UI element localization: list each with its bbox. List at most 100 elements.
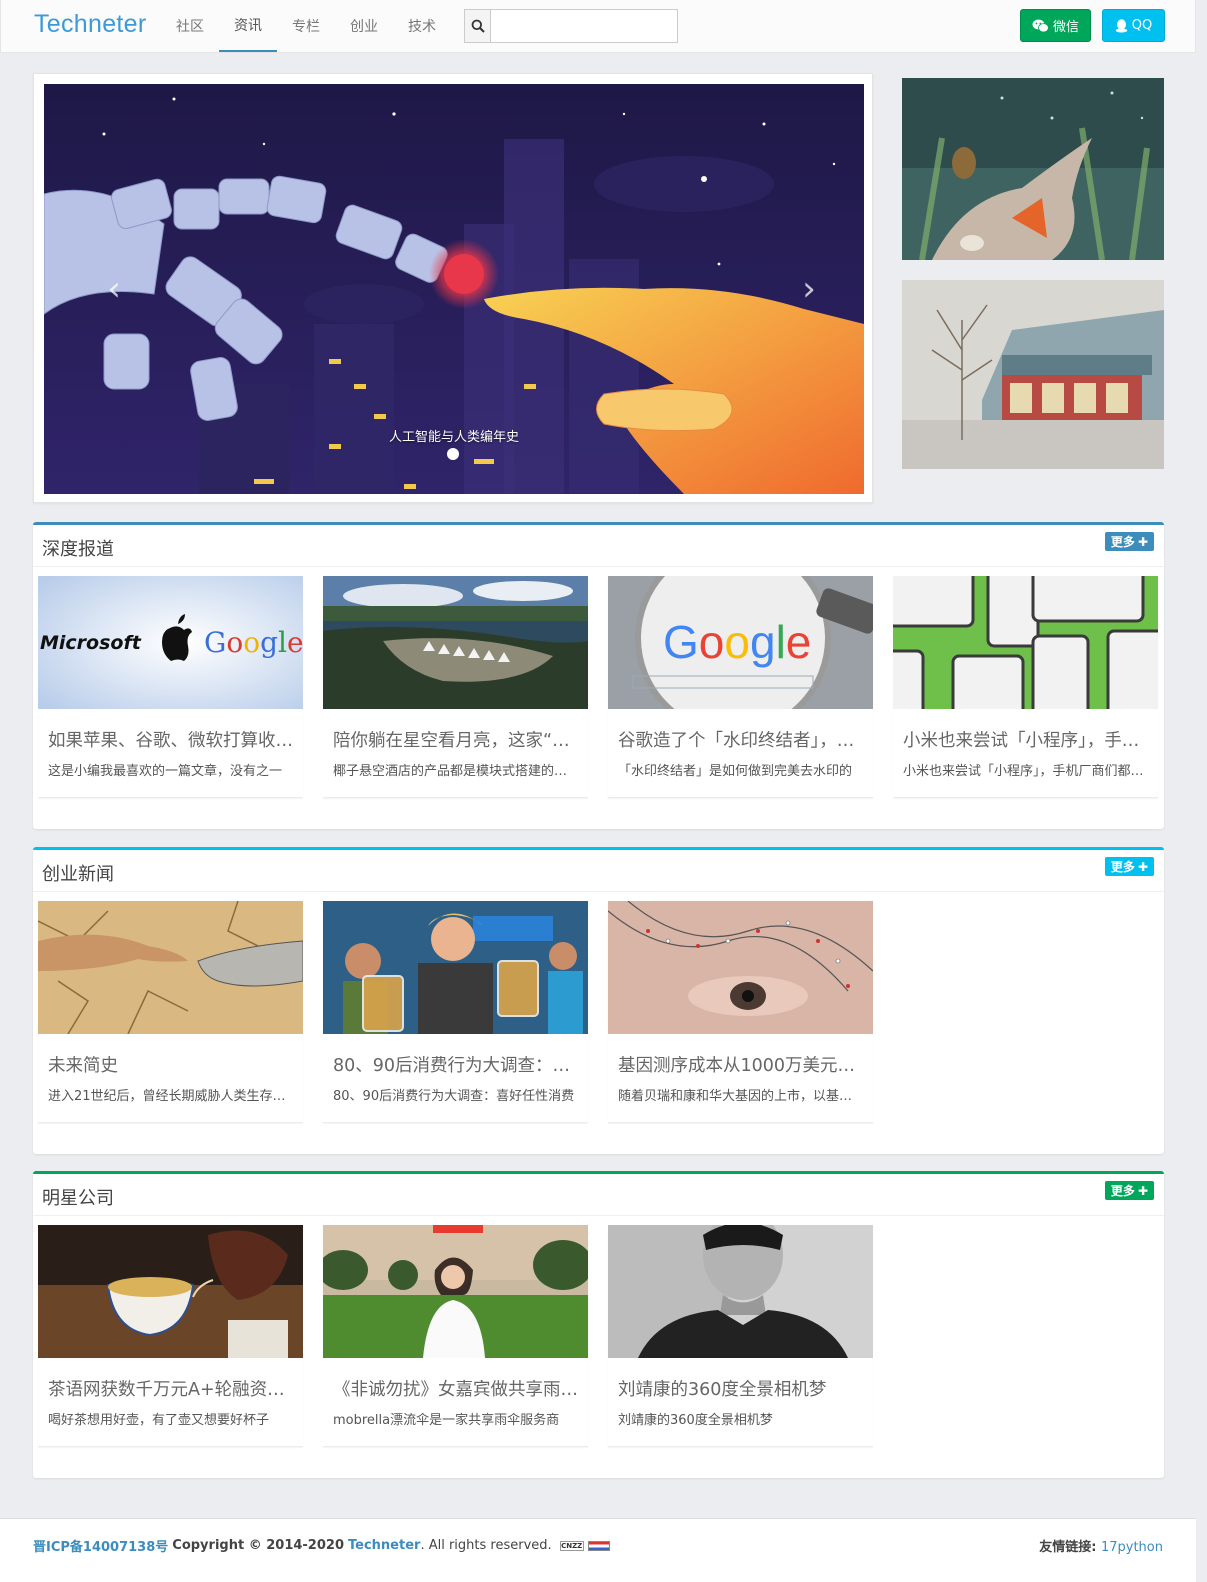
hand-robot-image	[38, 901, 303, 1034]
card-title[interactable]: 茶语网获数千万元A+轮融资，打造茶行业	[48, 1376, 293, 1401]
footer-copyright: 晋ICP备14007138号 Copyright © 2014-2020 Tec…	[33, 1536, 610, 1555]
featured-carousel[interactable]: ‹ › 人工智能与人类编年史	[44, 84, 864, 494]
nav-item-startup[interactable]: 创业	[335, 0, 393, 52]
card-image[interactable]	[38, 1225, 303, 1358]
site-link[interactable]: Techneter	[348, 1538, 420, 1553]
chevron-right-icon: ›	[802, 269, 816, 309]
card-desc: 椰子悬空酒店的产品都是模块式搭建的帐篷	[333, 764, 578, 779]
more-label: 更多	[1110, 1184, 1135, 1198]
top-navbar: Techneter 社区 资讯 专栏 创业 技术 微信 QQ	[0, 0, 1196, 53]
qq-button[interactable]: QQ	[1102, 9, 1165, 42]
more-label: 更多	[1110, 535, 1135, 549]
more-button[interactable]: 更多 ✚	[1104, 532, 1154, 551]
card-title[interactable]: 小米也来尝试「小程序」，手机厂商们	[903, 727, 1148, 752]
main-nav: 社区 资讯 专栏 创业 技术	[161, 0, 451, 52]
wechat-icon	[1032, 19, 1049, 32]
article-card[interactable]: Microsoft Google 如果苹果、谷歌、微软打算收购一家公司 这是小编…	[38, 576, 303, 798]
friend-links-label: 友情链接:	[1039, 1540, 1097, 1555]
nav-item-community[interactable]: 社区	[161, 0, 219, 52]
plus-icon: ✚	[1137, 534, 1148, 549]
card-image[interactable]	[323, 1225, 588, 1358]
article-card[interactable]: 80、90后消费行为大调查：喜好任性 80、90后消费行为大调查：喜好任性消费	[323, 901, 588, 1123]
side-featured-image-1[interactable]	[902, 78, 1164, 260]
qq-label: QQ	[1131, 18, 1153, 33]
nav-item-tech[interactable]: 技术	[393, 0, 451, 52]
card-title[interactable]: 如果苹果、谷歌、微软打算收购一家公司	[48, 727, 293, 752]
nav-item-news[interactable]: 资讯	[219, 0, 277, 52]
beer-woman-image	[323, 901, 588, 1034]
article-card[interactable]: Google 谷歌造了个「水印终结者」，一键去水印 「水印终结者」是如何做到完美…	[608, 576, 873, 798]
card-list: Microsoft Google 如果苹果、谷歌、微软打算收购一家公司 这是小编…	[38, 576, 1158, 798]
card-image[interactable]	[608, 901, 873, 1034]
article-card[interactable]: 陪你躺在星空看月亮，这家“悬空酒店” 椰子悬空酒店的产品都是模块式搭建的帐篷	[323, 576, 588, 798]
friend-link-17python[interactable]: 17python	[1101, 1540, 1163, 1555]
section-in-depth: 深度报道 更多 ✚ Microsoft Google 如果苹果、谷歌、微软打算收购…	[33, 522, 1164, 829]
card-desc: 小米也来尝试「小程序」，手机厂商们都在做	[903, 764, 1148, 779]
card-image[interactable]: Google	[608, 576, 873, 709]
article-card[interactable]: 刘靖康的360度全景相机梦 刘靖康的360度全景相机梦	[608, 1225, 873, 1447]
cnzz-badge[interactable]: CNZZ	[559, 1540, 584, 1551]
card-title[interactable]: 未来简史	[48, 1052, 293, 1077]
plus-icon: ✚	[1137, 859, 1148, 874]
section-title: 明星公司	[42, 1188, 114, 1209]
card-image[interactable]	[38, 901, 303, 1034]
more-button[interactable]: 更多 ✚	[1104, 1181, 1154, 1200]
article-card[interactable]: 基因测序成本从1000万美元降到1000美元 随着贝瑞和康和华大基因的上市，以基…	[608, 901, 873, 1123]
carousel-prev-button[interactable]: ‹	[99, 269, 129, 309]
card-title[interactable]: 80、90后消费行为大调查：喜好任性	[333, 1052, 578, 1077]
icp-link[interactable]: 晋ICP备14007138号	[33, 1536, 168, 1555]
page-footer: 晋ICP备14007138号 Copyright © 2014-2020 Tec…	[0, 1518, 1196, 1582]
card-title[interactable]: 陪你躺在星空看月亮，这家“悬空酒店”	[333, 727, 578, 752]
section-header: 创业新闻 更多 ✚	[33, 850, 1164, 892]
footer-links: 友情链接: 17python	[1039, 1536, 1163, 1555]
phones-grid-image	[893, 576, 1158, 709]
search-input[interactable]	[491, 10, 677, 42]
card-title[interactable]: 刘靖康的360度全景相机梦	[618, 1376, 863, 1401]
card-image[interactable]	[323, 901, 588, 1034]
article-card[interactable]: 未来简史 进入21世纪后，曾经长期威胁人类生存的问题	[38, 901, 303, 1123]
side-featured-image-2[interactable]	[902, 280, 1164, 469]
wechat-button[interactable]: 微信	[1020, 9, 1091, 42]
flag-badge-icon[interactable]	[587, 1540, 610, 1551]
google-magnifier-image: Google	[608, 576, 873, 709]
card-image[interactable]	[893, 576, 1158, 709]
section-title: 创业新闻	[42, 864, 114, 885]
card-image[interactable]	[323, 576, 588, 709]
brand-logo[interactable]: Techneter	[34, 10, 147, 39]
card-desc: mobrella漂流伞是一家共享雨伞服务商	[333, 1413, 560, 1428]
search-icon	[471, 19, 485, 33]
more-label: 更多	[1110, 860, 1135, 874]
featured-carousel-box: ‹ › 人工智能与人类编年史	[33, 73, 873, 503]
card-desc: 这是小编我最喜欢的一篇文章，没有之一	[48, 764, 283, 779]
card-desc: 喝好茶想用好壶，有了壶又想要好杯子	[48, 1413, 270, 1428]
wechat-label: 微信	[1052, 20, 1079, 35]
card-image[interactable]: Microsoft Google	[38, 576, 303, 709]
search-button[interactable]	[465, 10, 491, 42]
woman-lawn-image	[323, 1225, 588, 1358]
lakeside-tents-image	[323, 576, 588, 709]
article-card[interactable]: 《非诚勿扰》女嘉宾做共享雨伞，获得融资 mobrella漂流伞是一家共享雨伞服务…	[323, 1225, 588, 1447]
rights-text: . All rights reserved.	[420, 1538, 552, 1553]
card-desc: 「水印终结者」是如何做到完美去水印的	[618, 764, 853, 779]
article-card[interactable]: 茶语网获数千万元A+轮融资，打造茶行业 喝好茶想用好壶，有了壶又想要好杯子	[38, 1225, 303, 1447]
more-button[interactable]: 更多 ✚	[1104, 857, 1154, 876]
section-star-companies: 明星公司 更多✚ 茶语网获数千万元A+轮融资，打造茶行业 喝好茶想用好壶，有了壶…	[33, 1171, 1164, 1478]
card-desc: 进入21世纪后，曾经长期威胁人类生存的问题	[48, 1089, 293, 1104]
watercolor-street-illustration	[902, 280, 1164, 469]
card-desc: 随着贝瑞和康和华大基因的上市，以基因测序	[618, 1089, 863, 1104]
card-title[interactable]: 基因测序成本从1000万美元降到1000美元	[618, 1052, 863, 1077]
copyright-text: Copyright © 2014-2020	[172, 1538, 344, 1553]
tea-cup-image	[38, 1225, 303, 1358]
carousel-next-button[interactable]: ›	[794, 269, 824, 309]
chevron-left-icon: ‹	[107, 269, 121, 309]
card-title[interactable]: 谷歌造了个「水印终结者」，一键去水印	[618, 727, 863, 752]
card-image[interactable]	[608, 1225, 873, 1358]
section-title: 深度报道	[42, 539, 114, 560]
portrait-bw-image	[608, 1225, 873, 1358]
nav-item-columns[interactable]: 专栏	[277, 0, 335, 52]
card-title[interactable]: 《非诚勿扰》女嘉宾做共享雨伞，获得融资	[333, 1376, 578, 1401]
svg-text:Microsoft: Microsoft	[40, 632, 142, 654]
carousel-indicator[interactable]	[447, 448, 459, 460]
search-box	[464, 9, 678, 43]
article-card[interactable]: 小米也来尝试「小程序」，手机厂商们 小米也来尝试「小程序」，手机厂商们都在做	[893, 576, 1158, 798]
